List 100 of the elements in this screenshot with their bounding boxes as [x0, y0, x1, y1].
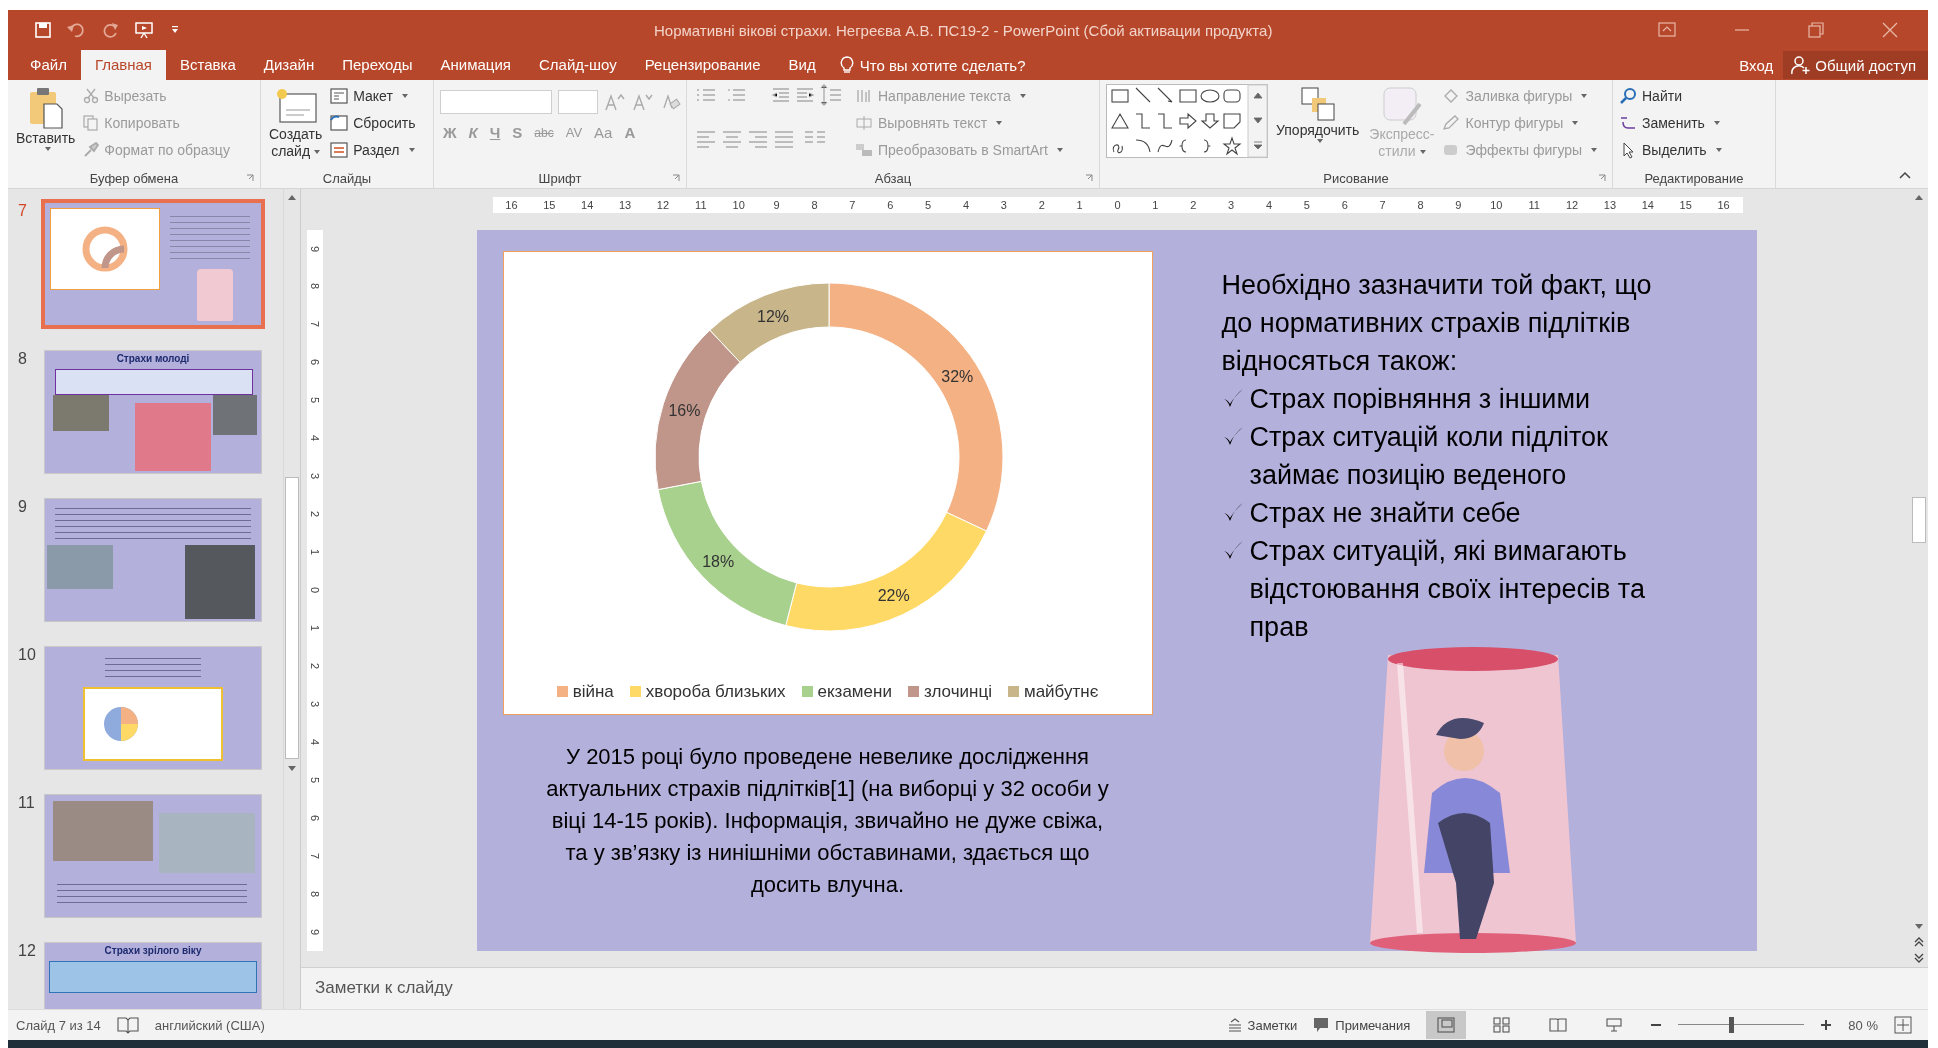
slide-thumbnail[interactable]	[44, 646, 262, 770]
ribbon-button[interactable]: Сбросить	[330, 111, 416, 135]
dialog-launcher-icon[interactable]	[246, 174, 254, 182]
photo-placeholder	[53, 395, 109, 431]
scissors-icon	[83, 88, 100, 104]
scrollbar-thumb[interactable]	[285, 477, 299, 759]
scroll-up-icon[interactable]	[287, 193, 297, 201]
language-label[interactable]: английский (США)	[154, 1017, 265, 1033]
ribbon-button[interactable]: Выделить	[1619, 138, 1722, 162]
ruler-label: 0	[1113, 198, 1122, 213]
ruler-label: 12	[655, 198, 671, 213]
dialog-launcher-icon[interactable]	[672, 174, 680, 182]
save-icon[interactable]	[34, 21, 52, 39]
ribbon-button[interactable]: Макет	[330, 84, 416, 108]
ribbon-button[interactable]: Найти	[1619, 84, 1722, 108]
arrange-button[interactable]: Упорядочить	[1274, 84, 1362, 145]
slide-thumbnail[interactable]	[44, 202, 262, 326]
share-button[interactable]: Общий доступ	[1783, 51, 1928, 79]
slide-number: 8	[18, 350, 28, 369]
scroll-down-icon[interactable]	[1914, 923, 1924, 931]
ruler-label: 9	[308, 927, 322, 937]
ruler-label: 3	[999, 198, 1008, 213]
previous-slide-icon[interactable]	[1914, 937, 1924, 947]
slideshow-icon[interactable]	[134, 21, 156, 39]
next-slide-icon[interactable]	[1914, 953, 1924, 963]
ribbon-tab[interactable]: Дизайн	[249, 50, 329, 80]
ribbon-tab[interactable]: Анимация	[426, 50, 525, 80]
ribbon-tab[interactable]: Переходы	[328, 50, 427, 80]
comment-icon	[1313, 1017, 1330, 1033]
scroll-up-icon[interactable]	[1914, 193, 1924, 201]
fit-slide-icon[interactable]	[1894, 1016, 1912, 1034]
data-label: 32%	[940, 367, 973, 385]
slide-thumbnail[interactable]	[44, 498, 262, 622]
ruler-label: 5	[308, 775, 322, 785]
grow-font-icon[interactable]	[604, 93, 626, 111]
caret-icon	[44, 147, 51, 151]
ruler-label: 11	[694, 198, 708, 213]
sign-in-link[interactable]: Вход	[1729, 50, 1784, 80]
scrollbar-thumb[interactable]	[1912, 497, 1926, 543]
dialog-launcher-icon[interactable]	[1085, 174, 1093, 182]
redo-icon[interactable]	[102, 21, 120, 39]
ribbon-tab[interactable]: Файл	[16, 50, 81, 80]
ruler-label: 6	[1340, 198, 1349, 213]
ribbon-tab[interactable]: Главная	[80, 50, 166, 80]
comments-button[interactable]: Примечания	[1313, 1017, 1411, 1033]
tell-me-field[interactable]: Что вы хотите сделать?	[829, 50, 1026, 80]
ribbon-tab[interactable]: Вставка	[166, 50, 250, 80]
slide-thumbnail[interactable]	[44, 794, 262, 918]
ribbon-button[interactable]: Раздел	[330, 138, 416, 162]
restore-icon[interactable]	[1808, 22, 1824, 38]
ruler-label: 8	[810, 198, 819, 213]
paste-button[interactable]: Вставить	[14, 84, 78, 153]
pencil-icon	[1442, 115, 1461, 131]
search-icon	[1619, 87, 1637, 105]
ribbon-tab[interactable]: Слайд-шоу	[524, 50, 631, 80]
notes-button[interactable]: Заметки	[1227, 1017, 1298, 1033]
slide-paragraph: Необхідно зазначити той факт, що до нормативних страхів підлітків відносяться також:	[1221, 268, 1653, 378]
collapse-ribbon-icon[interactable]	[1898, 170, 1912, 180]
font-name-field[interactable]	[440, 90, 552, 114]
slide-number: 10	[18, 646, 37, 665]
ruler-label: 10	[731, 198, 746, 213]
data-label: 18%	[701, 552, 734, 570]
ruler-label: 2	[308, 661, 322, 671]
spellcheck-book-icon[interactable]	[116, 1016, 139, 1034]
caret-icon	[1715, 148, 1722, 152]
reset-icon	[330, 115, 349, 131]
ruler-label: 7	[308, 320, 322, 330]
ruler-label: 4	[1264, 198, 1274, 213]
font-size-field[interactable]	[558, 90, 598, 114]
scrollbar[interactable]	[1910, 189, 1928, 967]
shrink-font-icon[interactable]	[632, 93, 654, 111]
zoom-slider-thumb[interactable]	[1729, 1017, 1735, 1033]
slide-thumbnail[interactable]: Страхи зрілого віку	[44, 942, 262, 1009]
ribbon-tab[interactable]: Вид	[774, 50, 830, 80]
ruler-label: 2	[1189, 198, 1198, 213]
layout-icon	[330, 88, 349, 104]
group-label: Буфер обмена	[89, 170, 179, 186]
ruler-label: 8	[308, 282, 322, 292]
customize-caret-icon[interactable]	[170, 25, 180, 35]
dialog-launcher-icon[interactable]	[1598, 174, 1606, 182]
ribbon-tab[interactable]: Рецензирование	[630, 50, 775, 80]
scroll-down-icon[interactable]	[287, 765, 297, 773]
ruler-label: 8	[308, 889, 322, 899]
zoom-level[interactable]: 80 %	[1848, 1017, 1878, 1033]
ribbon-display-icon[interactable]	[1658, 22, 1676, 38]
caret-icon	[408, 148, 415, 152]
normal-view-icon[interactable]	[1426, 1011, 1467, 1039]
ruler-label: 0	[308, 585, 322, 596]
ribbon-button[interactable]: Заменить	[1619, 111, 1722, 135]
checklist-item: Страх порівняння з іншими	[1249, 382, 1592, 416]
new-slide-button[interactable]: Создать слайд	[267, 84, 325, 162]
shapes-gallery[interactable]	[1106, 84, 1268, 158]
zoom-in-icon[interactable]	[1820, 1019, 1833, 1031]
close-icon[interactable]	[1882, 22, 1898, 38]
scrollbar[interactable]	[283, 189, 300, 1009]
format-button[interactable]: abc	[531, 125, 557, 140]
ruler-label: 7	[848, 198, 857, 213]
slide-thumbnail[interactable]: Страхи молоді	[44, 350, 262, 474]
slide-paragraph: У 2015 році було проведене невелике дослідження актуальних страхів підлітків[1] (на виборці у 32 особи у віці 14-15 років). Інформація, звичайно не дуже свіжа, та у зв’язку із нинішніми обставинами, здається що досить влучна.	[545, 742, 1110, 899]
caret-icon	[314, 150, 321, 155]
